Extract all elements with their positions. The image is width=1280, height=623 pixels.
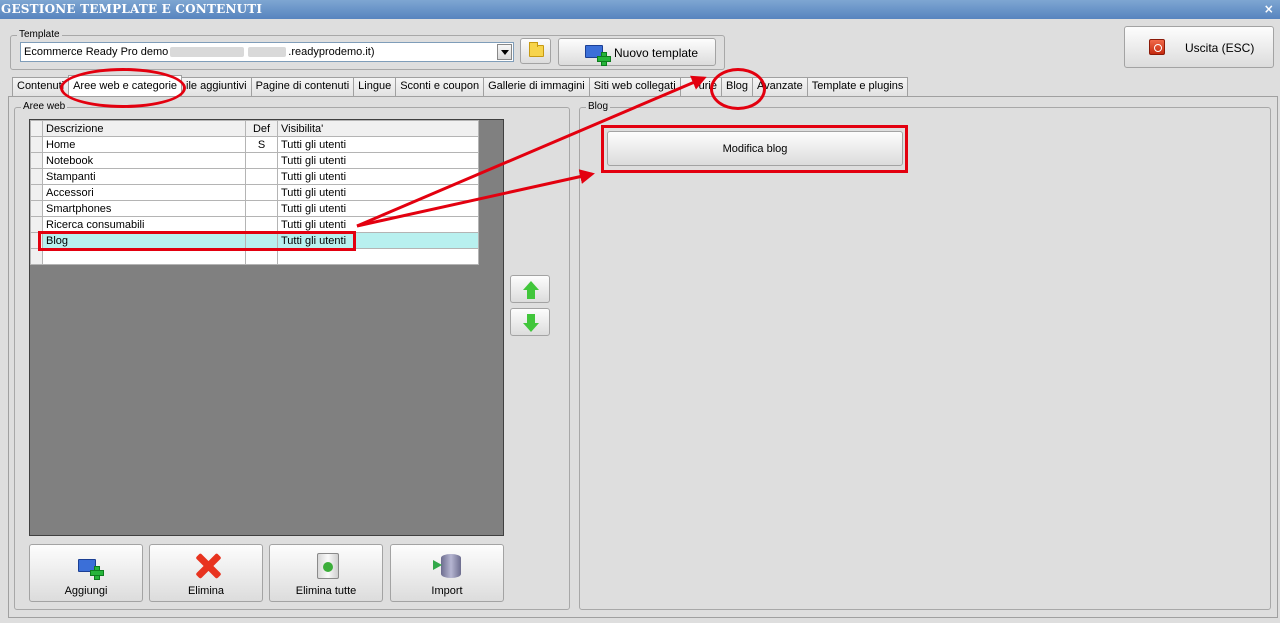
annotation-arrow-to-modifica-blog [356, 169, 595, 228]
annotation-arrow-to-blog-tab [356, 75, 707, 228]
annotation-arrows [356, 75, 707, 228]
